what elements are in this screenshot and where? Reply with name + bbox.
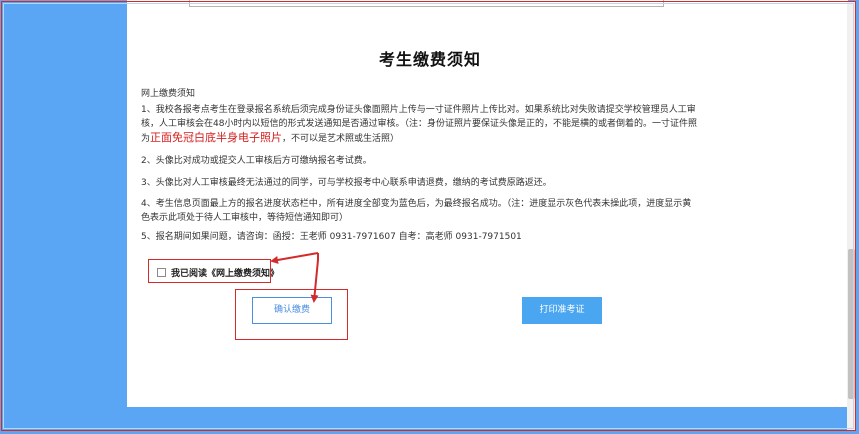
notice-item-2: 2、头像比对成功或提交人工审核后方可缴纳报名考试费。	[141, 156, 372, 166]
notice-page: 考生缴费须知 网上缴费须知 1、我校各报考点考生在登录报名系统后须完成身份证头像…	[127, 0, 848, 407]
notice-heading: 网上缴费须知	[141, 89, 196, 99]
notice-item-3: 3、头像比对人工审核最终无法通过的同学，可与学校报考中心联系申请退费，缴纳的考试…	[141, 178, 552, 188]
page-title: 考生缴费须知	[378, 50, 481, 69]
scrollbar-thumb[interactable]	[848, 249, 855, 399]
notice-item-suffix: ，不可以是艺术照或生活照）	[282, 134, 400, 144]
notice-item-4: 4、考生信息页面最上方的报名进度状态栏中，所有进度全部变为蓝色后，为最终报名成功…	[141, 199, 692, 223]
photo-requirement-highlight: 正面免冠白底半身电子照片	[150, 131, 283, 144]
notice-item-5: 5、报名期间如果问题，请咨询：函授：王老师 0931-7971607 自考：高老…	[141, 232, 522, 242]
notice-item-1: 1、我校各报考点考生在登录报名系统后须完成身份证头像面照片上传与一寸证件照片上传…	[141, 103, 699, 146]
confirm-payment-button[interactable]: 确认缴费	[252, 297, 332, 324]
agreement-row[interactable]: 我已阅读《网上缴费须知》	[157, 265, 279, 279]
agreement-checkbox[interactable]	[157, 267, 166, 277]
vertical-scrollbar[interactable]	[847, 2, 856, 430]
print-admission-ticket-button[interactable]: 打印准考证	[522, 297, 602, 324]
agreement-label[interactable]: 我已阅读《网上缴费须知》	[171, 266, 279, 279]
previous-section-box	[189, 0, 664, 7]
